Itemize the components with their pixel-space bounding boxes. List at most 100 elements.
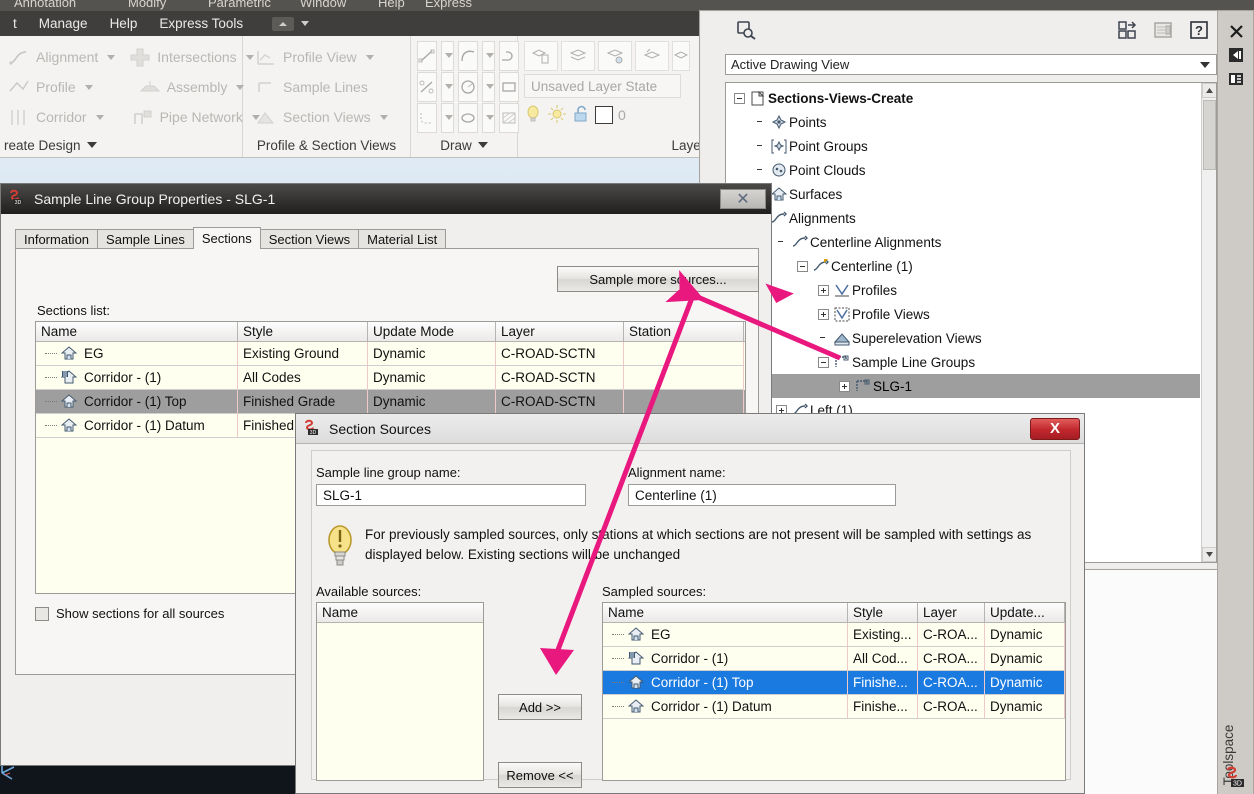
chevron-down-icon[interactable] bbox=[107, 54, 116, 60]
menu-item-help[interactable]: Help bbox=[99, 16, 149, 31]
checkbox-box[interactable] bbox=[35, 606, 49, 621]
tab-sections[interactable]: Sections bbox=[192, 227, 261, 249]
help-icon[interactable]: ? bbox=[1188, 19, 1210, 41]
draw-ellipse-dropdown[interactable] bbox=[482, 102, 495, 133]
tree-item-centerline-alignments[interactable]: Centerline Alignments bbox=[726, 230, 1200, 254]
item-preview-toggle-icon[interactable] bbox=[1152, 19, 1174, 41]
ribbon-panel-title-create-design[interactable]: reate Design bbox=[0, 133, 242, 157]
available-sources-list[interactable]: Name bbox=[316, 602, 484, 781]
tree-item-surfaces[interactable]: Surfaces bbox=[726, 182, 1200, 206]
tab-section-views[interactable]: Section Views bbox=[259, 229, 360, 249]
column-header-style[interactable]: Style bbox=[238, 322, 368, 341]
alignment-name-field[interactable]: Centerline (1) bbox=[628, 484, 896, 506]
column-header-name[interactable]: Name bbox=[603, 603, 848, 622]
search-icon[interactable] bbox=[735, 19, 757, 41]
menu-item-express-tools[interactable]: Express Tools bbox=[148, 16, 254, 31]
close-button[interactable]: X bbox=[1030, 417, 1080, 440]
top-menu-item[interactable]: Express bbox=[425, 0, 472, 10]
table-row[interactable]: Corridor - (1) All Cod... C-ROA... Dynamic bbox=[603, 647, 1065, 671]
close-icon[interactable] bbox=[1218, 19, 1254, 43]
menu-item-manage[interactable]: Manage bbox=[28, 16, 99, 31]
layer-properties-button[interactable] bbox=[524, 41, 558, 71]
tree-item-slg-1[interactable]: SLG-1 bbox=[726, 374, 1200, 398]
chevron-down-icon[interactable] bbox=[477, 142, 488, 148]
chevron-down-icon[interactable] bbox=[95, 114, 104, 120]
ribbon-button-sample-lines[interactable]: Sample Lines bbox=[255, 77, 368, 98]
ribbon-button-profile-view[interactable]: Profile View bbox=[255, 47, 374, 68]
sun-icon[interactable] bbox=[547, 104, 567, 127]
draw-percent-button[interactable] bbox=[417, 71, 437, 102]
column-header[interactable]: Name bbox=[317, 603, 483, 622]
column-header-layer[interactable]: Layer bbox=[918, 603, 985, 622]
draw-line-button[interactable] bbox=[417, 40, 437, 71]
draw-ellipse-button[interactable] bbox=[458, 102, 478, 133]
ribbon-button-corridor[interactable]: Corridor bbox=[8, 107, 104, 128]
top-menu-item[interactable]: Annotation bbox=[14, 0, 76, 10]
scroll-thumb[interactable] bbox=[1203, 100, 1216, 170]
column-header-layer[interactable]: Layer bbox=[496, 322, 624, 341]
table-row[interactable]: EG Existing... C-ROA... Dynamic bbox=[603, 623, 1065, 647]
top-menu-item[interactable]: Modify bbox=[128, 0, 166, 10]
draw-rectangle-button[interactable] bbox=[499, 71, 519, 102]
draw-percent-dropdown[interactable] bbox=[441, 71, 454, 102]
chevron-down-icon[interactable] bbox=[301, 21, 310, 26]
layer-stack-button[interactable] bbox=[561, 41, 595, 71]
table-row[interactable]: Corridor - (1) Top Finishe... C-ROA... Dyna… bbox=[603, 671, 1065, 695]
tree-scrollbar[interactable] bbox=[1201, 83, 1216, 562]
expand-icon[interactable] bbox=[839, 380, 850, 392]
top-menu-item[interactable]: Help bbox=[378, 0, 405, 10]
tree-item-point-groups[interactable]: Point Groups bbox=[726, 134, 1200, 158]
chevron-down-icon[interactable] bbox=[379, 114, 388, 120]
draw-arc-button[interactable] bbox=[458, 40, 478, 71]
layer-isolate-button[interactable] bbox=[635, 41, 669, 71]
close-button[interactable]: ✕ bbox=[720, 189, 766, 209]
chevron-down-icon[interactable] bbox=[1200, 61, 1210, 68]
sample-more-sources-button[interactable]: Sample more sources... bbox=[557, 266, 759, 292]
ribbon-button-section-views[interactable]: Section Views bbox=[255, 107, 388, 128]
tree-item-alignments[interactable]: Alignments bbox=[726, 206, 1200, 230]
draw-circle-dropdown[interactable] bbox=[482, 71, 495, 102]
tree-item-centerline-1[interactable]: Centerline (1) bbox=[726, 254, 1200, 278]
tree-item-superelevation-views[interactable]: Superelevation Views bbox=[726, 326, 1200, 350]
expand-icon[interactable] bbox=[818, 284, 829, 296]
tree-item-sample-line-groups[interactable]: Sample Line Groups bbox=[726, 350, 1200, 374]
draw-arc-dropdown[interactable] bbox=[482, 40, 495, 71]
auto-hide-icon[interactable] bbox=[1218, 43, 1254, 67]
draw-fillet-button[interactable] bbox=[417, 102, 437, 133]
tab-sample-lines[interactable]: Sample Lines bbox=[97, 229, 194, 249]
draw-line-dropdown[interactable] bbox=[441, 40, 454, 71]
tab-information[interactable]: Information bbox=[15, 229, 99, 249]
table-row[interactable]: Corridor - (1) All Codes Dynamic C-ROAD-SCT… bbox=[36, 366, 745, 390]
layer-color-swatch[interactable] bbox=[595, 106, 613, 124]
ribbon-panel-title-profile-section-views[interactable]: Profile & Section Views bbox=[243, 133, 410, 157]
panel-display-toggle-icon[interactable] bbox=[1116, 19, 1138, 41]
chevron-down-icon[interactable] bbox=[86, 142, 97, 148]
dialog-title-bar[interactable]: 3D Section Sources X bbox=[296, 414, 1084, 444]
scroll-down-arrow[interactable] bbox=[1202, 547, 1216, 562]
properties-menu-icon[interactable] bbox=[1218, 67, 1254, 91]
expand-icon[interactable] bbox=[818, 308, 829, 320]
dialog-title-bar[interactable]: 3D Sample Line Group Properties - SLG-1 … bbox=[1, 184, 771, 214]
tree-item-profiles[interactable]: Profiles bbox=[726, 278, 1200, 302]
ribbon-button-intersections[interactable]: Intersections bbox=[129, 47, 254, 68]
show-all-sources-checkbox[interactable]: Show sections for all sources bbox=[35, 606, 224, 621]
draw-hatch-button[interactable] bbox=[499, 102, 519, 133]
unlock-icon[interactable] bbox=[572, 104, 590, 127]
tree-item-points[interactable]: Points bbox=[726, 110, 1200, 134]
top-menu-item[interactable]: Window bbox=[300, 0, 346, 10]
column-header-update-mode[interactable]: Update Mode bbox=[368, 322, 496, 341]
scroll-up-arrow[interactable] bbox=[1202, 83, 1216, 98]
ribbon-button-assembly[interactable]: Assembly bbox=[139, 77, 245, 98]
draw-fillet-dropdown[interactable] bbox=[441, 102, 454, 133]
table-row[interactable]: Corridor - (1) Datum Finishe... C-ROA... Dy… bbox=[603, 695, 1065, 719]
chevron-down-icon[interactable] bbox=[365, 54, 374, 60]
remove-button[interactable]: Remove << bbox=[498, 762, 582, 788]
ribbon-button-profile[interactable]: Profile bbox=[8, 77, 93, 98]
sample-line-group-name-field[interactable]: SLG-1 bbox=[316, 484, 586, 506]
column-header-update[interactable]: Update... bbox=[985, 603, 1065, 622]
collapse-icon[interactable] bbox=[734, 92, 745, 104]
layer-more-button[interactable] bbox=[672, 41, 690, 71]
tree-item-point-clouds[interactable]: Point Clouds bbox=[726, 158, 1200, 182]
chevron-down-icon[interactable] bbox=[84, 84, 93, 90]
layer-state-combo[interactable]: Unsaved Layer State bbox=[524, 74, 681, 98]
